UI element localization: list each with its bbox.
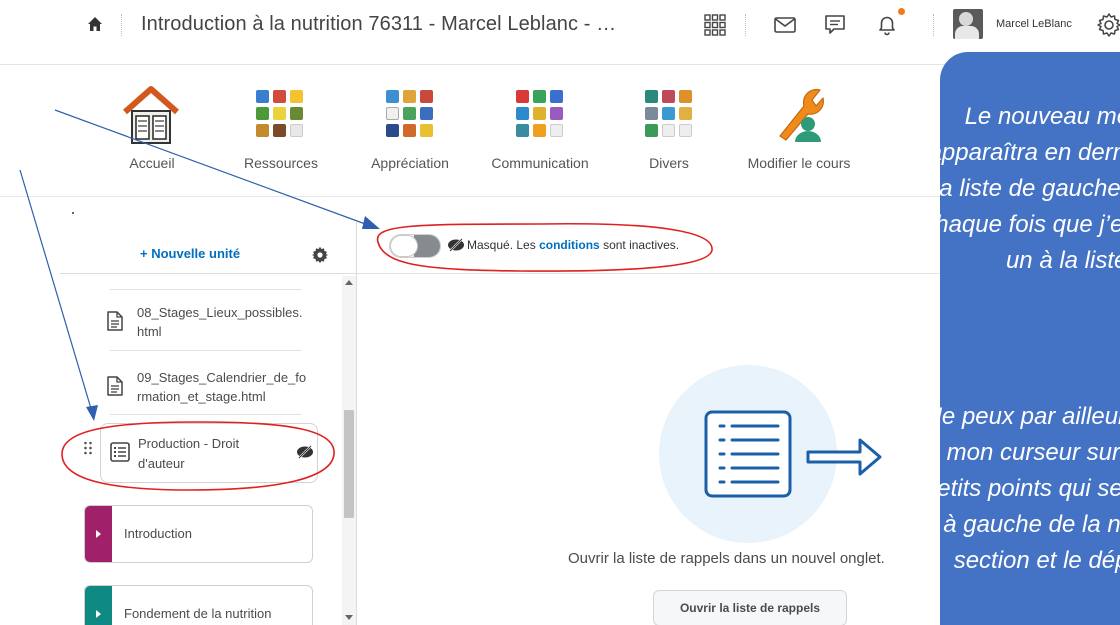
nav-label[interactable]: Modifier le cours xyxy=(748,155,851,171)
unit-color-stripe xyxy=(85,586,112,625)
scrollbar-thumb[interactable] xyxy=(344,410,354,518)
house-book-icon xyxy=(123,86,179,144)
divider xyxy=(60,273,356,274)
home-icon[interactable] xyxy=(87,16,103,32)
conditions-link[interactable]: conditions xyxy=(539,238,600,252)
callout-paragraph: Le nouveau module apparaîtra en dernier … xyxy=(940,103,1120,274)
divider xyxy=(0,196,940,197)
nav-label[interactable]: Divers xyxy=(649,155,689,171)
callout-note: Le nouveau module apparaîtra en dernier … xyxy=(940,52,1120,625)
status-text: Masqué. Les xyxy=(467,238,536,252)
arrowhead xyxy=(86,405,98,421)
mail-icon[interactable] xyxy=(773,12,797,38)
unit-label: Introduction xyxy=(124,526,192,541)
open-reminders-button[interactable]: Ouvrir la liste de rappels xyxy=(653,590,847,625)
separator xyxy=(121,14,122,36)
resources-grid-icon xyxy=(250,84,310,146)
communication-grid-icon xyxy=(510,84,570,146)
wrench-user-icon xyxy=(779,88,824,142)
production-item[interactable]: Production - Droit d'auteur xyxy=(100,423,318,483)
unit-fondement[interactable]: Fondement de la nutrition xyxy=(84,585,313,625)
drag-handle-icon[interactable] xyxy=(83,441,93,455)
nav-label[interactable]: Accueil xyxy=(129,155,174,171)
nav-accueil[interactable] xyxy=(121,84,181,151)
unit-color-stripe xyxy=(85,506,112,562)
nav-appreciation[interactable] xyxy=(380,84,440,146)
scroll-down-arrow[interactable] xyxy=(345,615,353,620)
course-title[interactable]: Introduction à la nutrition 76311 - Marc… xyxy=(141,13,616,36)
divider xyxy=(357,273,940,274)
nav-divers[interactable] xyxy=(639,84,699,146)
misc-grid-icon xyxy=(639,84,699,146)
notification-dot xyxy=(898,8,905,15)
reminder-description: Ouvrir la liste de rappels dans un nouve… xyxy=(568,550,885,567)
open-list-arrow-icon xyxy=(704,410,882,498)
status-text: sont inactives. xyxy=(603,238,680,252)
app-grid-icon[interactable] xyxy=(703,12,727,38)
checklist-icon xyxy=(110,442,130,462)
hidden-eye-icon xyxy=(448,238,464,252)
panel-splitter[interactable] xyxy=(356,222,357,625)
nav-ressources[interactable] xyxy=(250,84,310,146)
document-icon xyxy=(107,376,123,396)
nav-label[interactable]: Ressources xyxy=(244,155,318,171)
divider xyxy=(110,414,302,415)
gear-icon[interactable] xyxy=(1096,12,1120,38)
visibility-status: Masqué. Les conditions sont inactives. xyxy=(467,238,679,252)
bell-icon[interactable] xyxy=(875,12,899,38)
new-unit-button[interactable]: + Nouvelle unité xyxy=(140,246,240,261)
user-name[interactable]: Marcel LeBlanc xyxy=(996,18,1072,30)
dot-mark xyxy=(72,212,74,214)
nav-label[interactable]: Communication xyxy=(491,155,588,171)
divider xyxy=(110,350,302,351)
production-label: Production - Droit d'auteur xyxy=(138,436,240,471)
hidden-eye-icon xyxy=(297,445,313,459)
nav-modifier-le-cours[interactable] xyxy=(768,84,828,151)
separator xyxy=(745,14,746,36)
nav-label[interactable]: Appréciation xyxy=(371,155,449,171)
settings-gear-icon[interactable] xyxy=(311,246,329,264)
document-icon xyxy=(107,311,123,331)
separator xyxy=(933,14,934,36)
scroll-up-arrow[interactable] xyxy=(345,280,353,285)
divider xyxy=(110,289,302,290)
chat-icon[interactable] xyxy=(823,12,847,38)
unit-introduction[interactable]: Introduction xyxy=(84,505,313,563)
avatar[interactable] xyxy=(953,9,983,39)
nav-communication[interactable] xyxy=(510,84,570,146)
top-bar: Introduction à la nutrition 76311 - Marc… xyxy=(0,0,1120,52)
assessment-grid-icon xyxy=(380,84,440,146)
callout-paragraph: Je peux par ailleurs placer mon curseur … xyxy=(940,403,1120,574)
arrowhead xyxy=(362,216,380,229)
file-name: 09_Stages_Calendrier_de_formation_et_sta… xyxy=(137,370,307,404)
visibility-toggle[interactable] xyxy=(389,234,441,258)
file-name: 08_Stages_Lieux_possibles.html xyxy=(137,305,303,339)
unit-label: Fondement de la nutrition xyxy=(124,606,272,621)
